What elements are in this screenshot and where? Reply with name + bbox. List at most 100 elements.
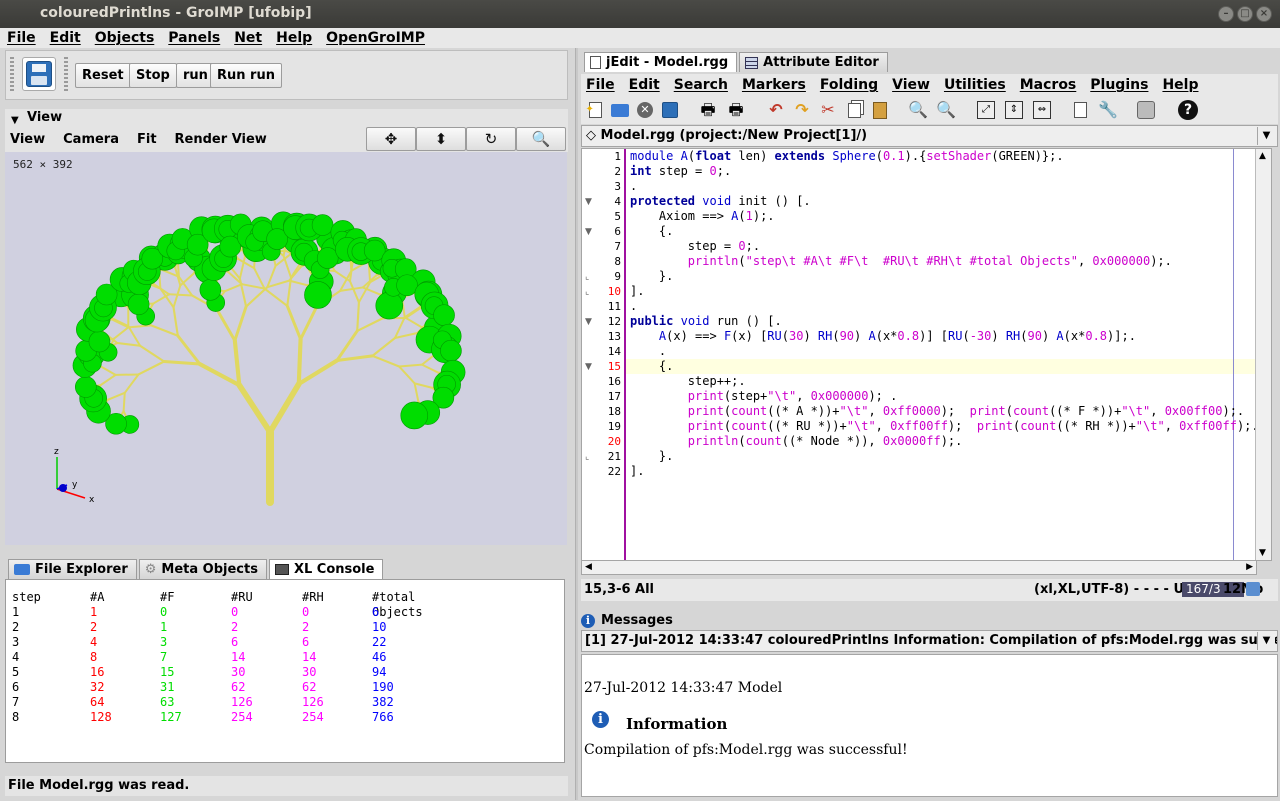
- jedit-menu-search[interactable]: Search: [674, 77, 728, 93]
- jedit-menu-help[interactable]: Help: [1162, 77, 1198, 93]
- menu-opengroimp[interactable]: OpenGroIMP: [326, 30, 425, 46]
- tab-jedit-model[interactable]: jEdit - Model.rgg: [584, 52, 738, 72]
- chevron-down-icon[interactable]: ▼: [1257, 632, 1275, 650]
- console-cell: 190: [372, 680, 394, 694]
- menu-help[interactable]: Help: [276, 30, 312, 46]
- fold-marker-icon[interactable]: ▼: [585, 317, 592, 327]
- stop-button[interactable]: Stop: [129, 63, 177, 88]
- branch: [335, 329, 359, 363]
- jedit-menu-edit[interactable]: Edit: [629, 77, 660, 93]
- buffer-mode[interactable]: (xl,XL,UTF-8) - - - - U: [1034, 582, 1184, 597]
- branch: [356, 301, 360, 333]
- save-icon[interactable]: [659, 99, 681, 121]
- console-cell: 1: [160, 620, 168, 634]
- cut-icon[interactable]: ✂: [817, 99, 839, 121]
- caret-position[interactable]: 15,3-6 All: [584, 582, 654, 597]
- fold-marker-icon[interactable]: ▼: [585, 227, 592, 237]
- jedit-menu-view[interactable]: View: [892, 77, 930, 93]
- code-area[interactable]: module A(float len) extends Sphere(0.1).…: [628, 149, 1271, 560]
- fold-marker-icon[interactable]: ⌞: [585, 272, 589, 282]
- view-menu-camera[interactable]: Camera: [63, 132, 119, 147]
- undo-icon[interactable]: ↶: [765, 99, 787, 121]
- view-menu-view[interactable]: View: [10, 132, 45, 147]
- buffer-switcher[interactable]: ◇ Model.rgg (project:/New Project[1]/) ▼: [581, 125, 1278, 147]
- plugin-icon[interactable]: [1135, 99, 1157, 121]
- fold-marker-icon[interactable]: ▼: [585, 362, 592, 372]
- scroll-down-arrow-icon[interactable]: ▼: [1259, 548, 1266, 558]
- code-editor[interactable]: 1 2 3 4 ▼ 5 6 ▼ 7 8 9 ⌞ 10 ⌞ 11 12 ▼ 13 14 15 ▼ 16 17 18 19 20 21 ⌞…: [581, 148, 1272, 561]
- tab-xl-console[interactable]: XL Console: [268, 559, 384, 579]
- minimize-window-button[interactable]: –: [1218, 6, 1234, 22]
- wrench-icon[interactable]: 🔧: [1097, 99, 1119, 121]
- fold-marker-icon[interactable]: ▼: [585, 197, 592, 207]
- rotate-button[interactable]: ↻: [466, 127, 516, 151]
- new-file-icon[interactable]: ✦: [584, 99, 606, 121]
- branch: [110, 318, 130, 329]
- split-divider[interactable]: [575, 48, 578, 800]
- jedit-menu-plugins[interactable]: Plugins: [1090, 77, 1148, 93]
- jedit-menu-markers[interactable]: Markers: [742, 77, 806, 93]
- menu-edit[interactable]: Edit: [50, 30, 81, 46]
- leaf-sphere: [433, 304, 455, 326]
- fold-expand-icon[interactable]: ⤢: [975, 99, 997, 121]
- run-run-button[interactable]: Run run: [210, 63, 282, 88]
- fold-horizontal-icon[interactable]: ⇔: [1031, 99, 1053, 121]
- jedit-menu-macros[interactable]: Macros: [1020, 77, 1077, 93]
- fold-vertical-icon[interactable]: ⇕: [1003, 99, 1025, 121]
- leaf-sphere: [304, 281, 332, 309]
- view-menu-render-view[interactable]: Render View: [175, 132, 267, 147]
- jedit-menu-utilities[interactable]: Utilities: [944, 77, 1006, 93]
- fold-marker-icon[interactable]: ⌞: [585, 452, 589, 462]
- find-icon[interactable]: 🔍: [907, 99, 929, 121]
- scroll-left-arrow-icon[interactable]: ◀: [585, 561, 592, 574]
- status-indicator-icon: [1246, 582, 1260, 596]
- menu-net[interactable]: Net: [234, 30, 262, 46]
- menu-file[interactable]: File: [7, 30, 36, 46]
- print-preview-icon[interactable]: 🖶: [725, 99, 747, 121]
- menu-panels[interactable]: Panels: [168, 30, 220, 46]
- find-next-icon[interactable]: 🔍: [935, 99, 957, 121]
- close-file-icon[interactable]: ✕: [634, 99, 656, 121]
- open-file-icon[interactable]: [609, 99, 631, 121]
- console-cell: 128: [90, 710, 112, 724]
- message-selector[interactable]: [1] 27-Jul-2012 14:33:47 colouredPrintln…: [581, 630, 1278, 652]
- zoom-button[interactable]: 🔍: [516, 127, 566, 151]
- view-menu-fit[interactable]: Fit: [137, 132, 157, 147]
- fold-marker-icon[interactable]: ⌞: [585, 287, 589, 297]
- pan-button[interactable]: ✥: [366, 127, 416, 151]
- paste-icon[interactable]: [869, 99, 891, 121]
- editor-horizontal-scrollbar[interactable]: ◀ ▶: [581, 560, 1257, 575]
- tab-file-explorer[interactable]: File Explorer: [8, 559, 137, 579]
- print-icon[interactable]: 🖶: [697, 99, 719, 121]
- settings-document-icon[interactable]: [1069, 99, 1091, 121]
- scroll-up-arrow-icon[interactable]: ▲: [1259, 151, 1266, 161]
- jedit-menu-file[interactable]: File: [586, 77, 615, 93]
- toolbar-grip[interactable]: [10, 57, 14, 93]
- maximize-window-button[interactable]: □: [1237, 6, 1253, 22]
- redo-icon[interactable]: ↷: [791, 99, 813, 121]
- branch: [371, 336, 397, 357]
- xl-console-output[interactable]: step #A #F #RU #RH #total Objects 11000622122…: [5, 579, 565, 763]
- tab-meta-objects[interactable]: ⚙ Meta Objects: [138, 559, 267, 579]
- info-icon: i: [581, 614, 595, 628]
- help-icon[interactable]: ?: [1177, 99, 1199, 121]
- tab-attribute-editor[interactable]: Attribute Editor: [739, 52, 888, 72]
- 3d-viewport[interactable]: 562 × 392 z y x: [5, 152, 567, 545]
- console-cell: 382: [372, 695, 394, 709]
- dolly-button[interactable]: ⬍: [416, 127, 466, 151]
- console-row: 3 4 3 6 6 22: [12, 635, 558, 650]
- messages-title: Messages: [601, 613, 673, 628]
- console-cell: 4: [90, 635, 98, 649]
- scroll-right-arrow-icon[interactable]: ▶: [1246, 561, 1253, 574]
- reset-button[interactable]: Reset: [75, 63, 131, 88]
- jedit-menu-folding[interactable]: Folding: [820, 77, 878, 93]
- toolbar-grip[interactable]: [64, 57, 68, 93]
- chevron-down-icon[interactable]: ▼: [1257, 127, 1275, 145]
- editor-vertical-scrollbar[interactable]: ▲ ▼: [1255, 149, 1271, 560]
- console-cell: 14: [302, 650, 317, 664]
- copy-icon[interactable]: [843, 99, 865, 121]
- branch: [236, 382, 273, 435]
- menu-objects[interactable]: Objects: [95, 30, 155, 46]
- save-button[interactable]: [22, 57, 56, 91]
- close-window-button[interactable]: ×: [1256, 6, 1272, 22]
